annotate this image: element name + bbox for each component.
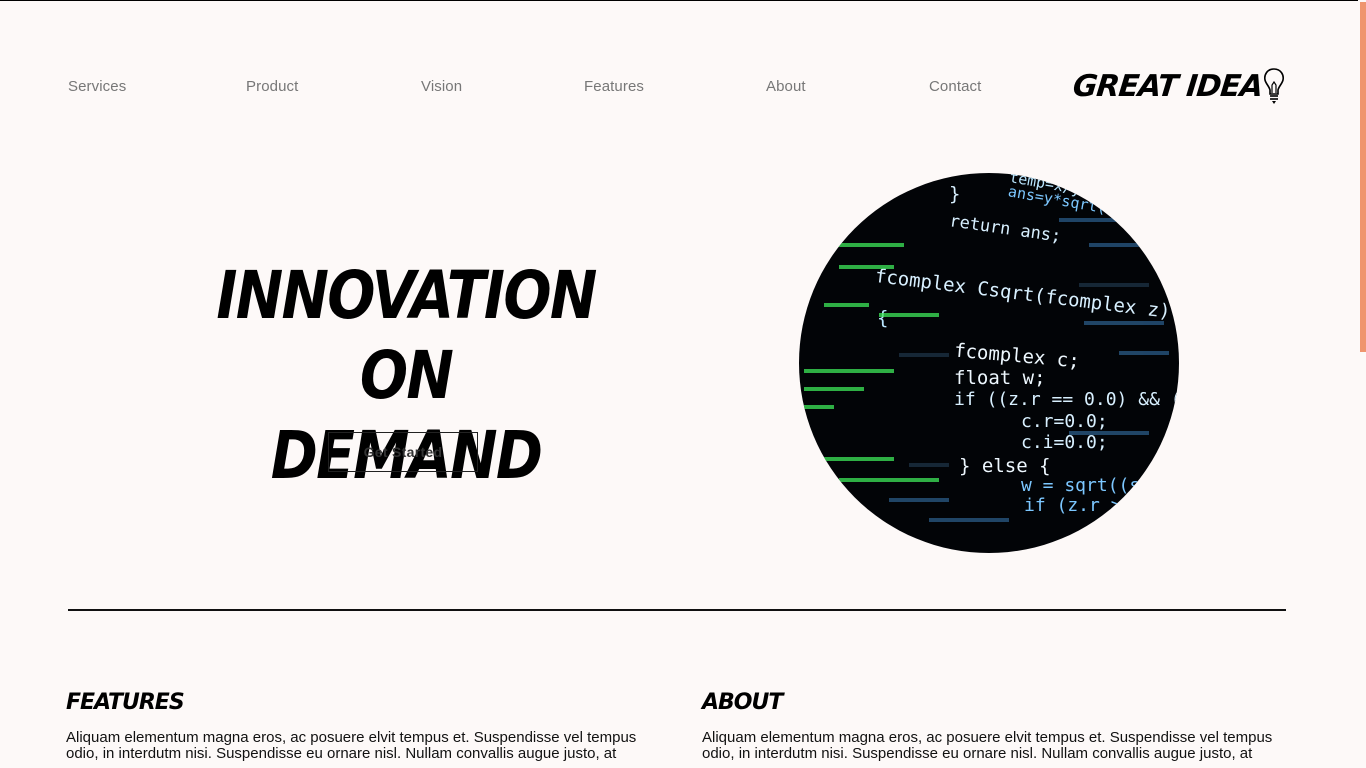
lightbulb-icon <box>1264 68 1284 104</box>
features-section-body: Aliquam elementum magna eros, ac posuere… <box>66 729 637 762</box>
section-divider <box>68 609 1286 611</box>
hero-code-image: temp=x/y; ans=y*sqrt(1.0+temp return ans… <box>799 173 1179 553</box>
features-section-title: FEATURES <box>66 690 185 715</box>
nav-link-about[interactable]: About <box>766 78 806 95</box>
code-glow-decoration <box>804 218 1169 522</box>
nav-link-product[interactable]: Product <box>246 78 298 95</box>
get-started-button[interactable]: Get Started <box>328 432 478 472</box>
top-border-line <box>0 0 1366 1</box>
nav-link-contact[interactable]: Contact <box>929 78 981 95</box>
nav-link-services[interactable]: Services <box>68 78 126 95</box>
about-section-body: Aliquam elementum magna eros, ac posuere… <box>702 729 1273 762</box>
nav-link-vision[interactable]: Vision <box>421 78 462 95</box>
about-section-title: ABOUT <box>702 690 783 715</box>
brand-logo[interactable]: GREAT IDEA <box>1070 66 1286 106</box>
scrollbar-thumb[interactable] <box>1360 2 1366 352</box>
logo-text: GREAT IDEA <box>1070 68 1264 104</box>
nav-link-features[interactable]: Features <box>584 78 644 95</box>
scrollbar-track[interactable] <box>1358 0 1366 768</box>
hero-title-line-1: INNOVATION ON <box>216 257 597 414</box>
